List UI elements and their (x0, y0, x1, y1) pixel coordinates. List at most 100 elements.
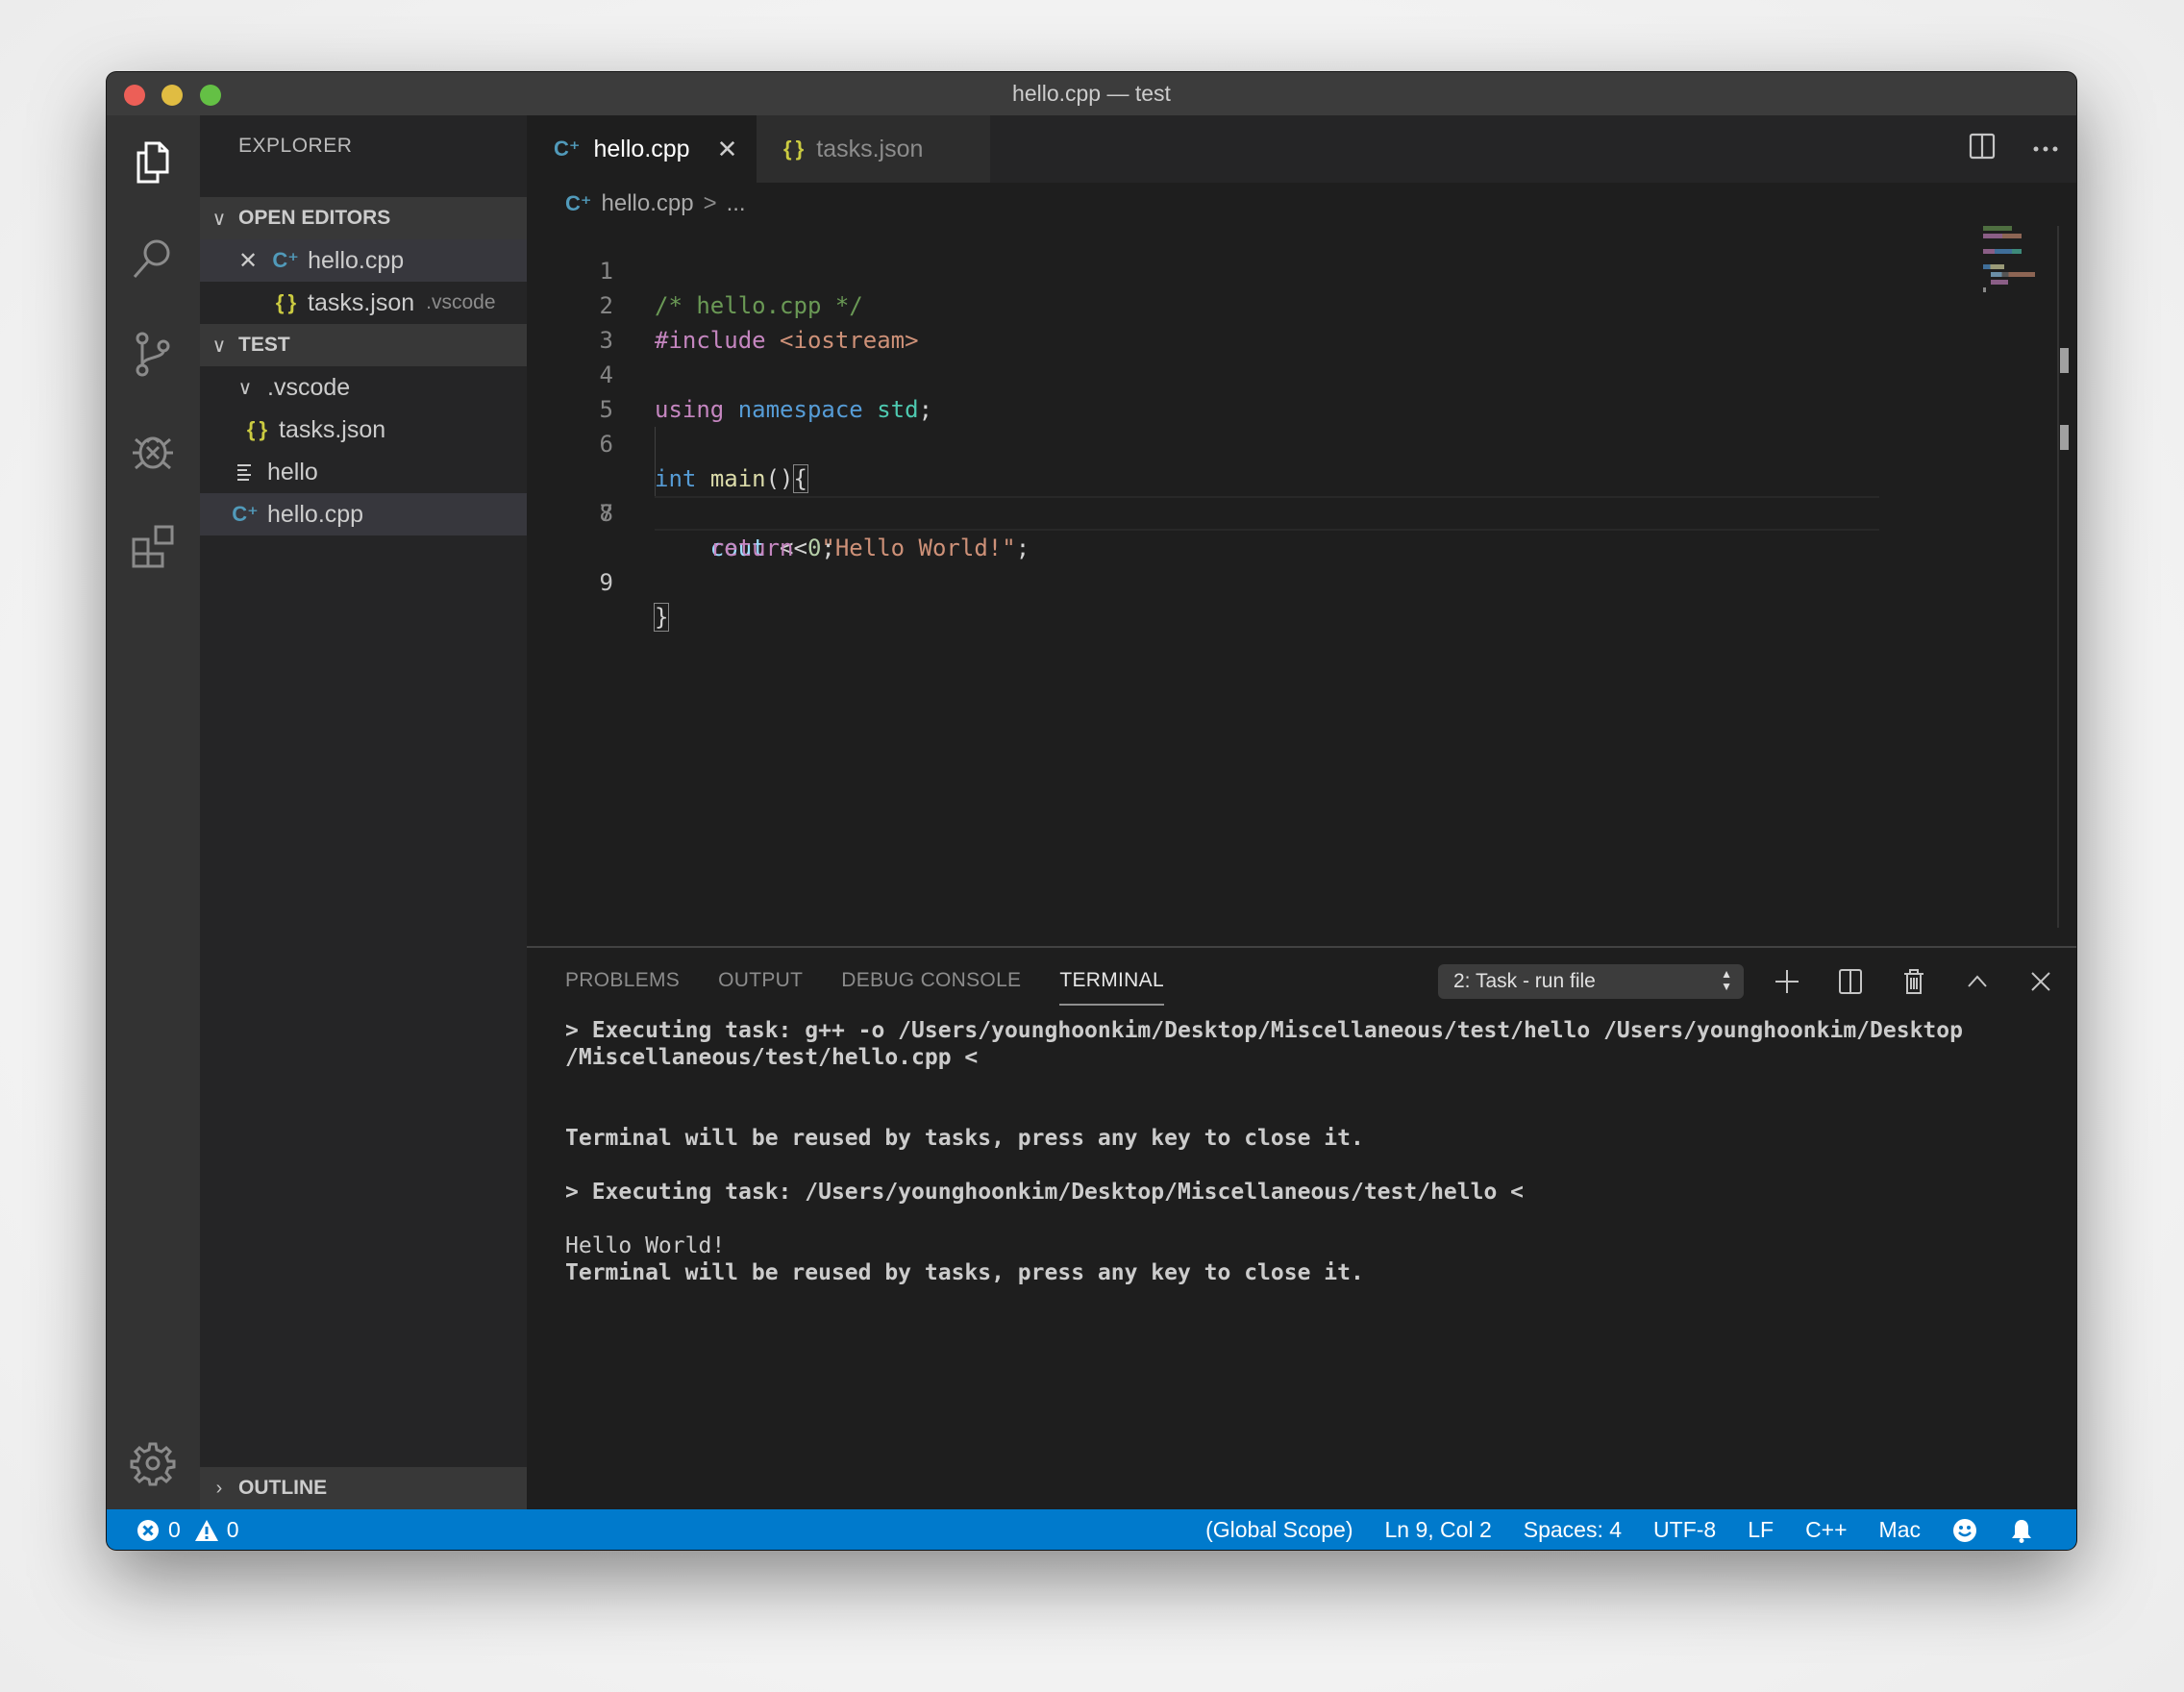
warning-count: 0 (226, 1517, 239, 1542)
tree-item-label: .vscode (267, 373, 351, 401)
terminal-line: > Executing task: /Users/younghoonkim/De… (565, 1180, 1524, 1205)
tab-hello-cpp[interactable]: C⁺ hello.cpp ✕ (527, 115, 757, 183)
open-editor-item-hello-cpp[interactable]: ✕ C⁺ hello.cpp (200, 239, 527, 282)
panel-actions (1773, 967, 2055, 1001)
encoding-status[interactable]: UTF-8 (1653, 1517, 1716, 1543)
scope-status[interactable]: (Global Scope) (1205, 1517, 1353, 1543)
extensions-icon[interactable] (128, 521, 178, 571)
minimap-line (1991, 280, 2008, 285)
code-line: 3 (527, 288, 2076, 354)
status-bar: 0 0 (Global Scope) Ln 9, Col 2 Spaces: 4… (107, 1509, 2076, 1550)
chevron-down-icon: ∨ (237, 377, 253, 399)
problems-status[interactable]: 0 0 (136, 1517, 239, 1543)
terminal-line: Terminal will be reused by tasks, press … (565, 1126, 1364, 1151)
breadcrumb-file[interactable]: hello.cpp (602, 190, 694, 217)
minimap[interactable] (1983, 226, 2035, 295)
code-line: 6 int main(){ (527, 392, 2076, 493)
window-title: hello.cpp — test (1012, 81, 1171, 106)
number-token: 0 (807, 535, 822, 561)
terminal-output[interactable]: > Executing task: g++ -o /Users/younghoo… (565, 1017, 2057, 1286)
tree-item-tasks-json[interactable]: { } tasks.json (200, 409, 527, 451)
current-line-highlight (655, 496, 1879, 531)
maximize-panel-icon[interactable] (1963, 967, 1992, 1001)
cursor-marker (2060, 425, 2069, 450)
activity-bar (107, 115, 200, 1509)
close-panel-icon[interactable] (2026, 967, 2055, 1001)
error-icon (136, 1518, 161, 1543)
open-editor-label: hello.cpp (308, 246, 405, 274)
trash-icon[interactable] (1899, 967, 1928, 1001)
tab-tasks-json[interactable]: { } tasks.json (757, 115, 990, 183)
chevron-down-icon: ∨ (211, 335, 227, 357)
warning-icon (194, 1518, 219, 1543)
indentation-status[interactable]: Spaces: 4 (1524, 1517, 1622, 1543)
select-arrows-icon: ▲ ▼ (1721, 967, 1732, 993)
vscode-window: hello.cpp — test EXPLORER ∨ OPEN EDITORS… (107, 72, 2076, 1550)
outline-label: OUTLINE (238, 1477, 328, 1499)
workspace-header[interactable]: ∨ TEST (200, 324, 527, 366)
language-status[interactable]: C++ (1805, 1517, 1847, 1543)
code-line: 5 (527, 358, 2076, 423)
outline-header[interactable]: › OUTLINE (200, 1467, 527, 1509)
platform-status[interactable]: Mac (1879, 1517, 1921, 1543)
open-editor-label: tasks.json (308, 288, 415, 316)
tree-item-label: hello.cpp (267, 500, 364, 528)
punctuation: ; (821, 535, 835, 561)
split-terminal-icon[interactable] (1836, 967, 1865, 1001)
panel-tab-terminal[interactable]: TERMINAL (1059, 969, 1164, 1006)
close-tab-icon[interactable]: ✕ (717, 135, 738, 164)
code-line: 2 #include <iostream> (527, 254, 2076, 354)
editor-actions (1969, 133, 2059, 164)
debug-icon[interactable] (128, 425, 178, 475)
editor-scrollbar[interactable] (2057, 226, 2059, 928)
json-icon: { } (275, 290, 296, 314)
code-editor[interactable]: 1 /* hello.cpp */ 2 #include <iostream> … (527, 219, 2076, 632)
breadcrumb: C⁺ hello.cpp > ... (565, 190, 746, 217)
files-icon[interactable] (128, 137, 178, 187)
bracket-match: } (653, 603, 670, 632)
more-actions-icon[interactable] (2032, 140, 2059, 158)
gear-icon[interactable] (128, 1438, 178, 1488)
panel-tab-debug-console[interactable]: DEBUG CONSOLE (841, 969, 1021, 1006)
notifications-bell-icon[interactable] (2009, 1518, 2034, 1543)
tree-item-hello-cpp[interactable]: C⁺ hello.cpp (200, 493, 527, 535)
chevron-right-icon: › (215, 1477, 223, 1499)
search-icon[interactable] (128, 233, 178, 283)
breadcrumb-more[interactable]: ... (727, 190, 746, 217)
status-right: (Global Scope) Ln 9, Col 2 Spaces: 4 UTF… (1205, 1517, 2034, 1543)
tree-item-vscode-folder[interactable]: ∨ .vscode (200, 366, 527, 409)
panel-tab-output[interactable]: OUTPUT (718, 969, 803, 1006)
cpp-icon: C⁺ (232, 502, 259, 526)
code-line: 4 using namespace std; (527, 323, 2076, 423)
feedback-smiley-icon[interactable] (1952, 1518, 1977, 1543)
split-editor-icon[interactable] (1969, 133, 1996, 164)
scrollbar-marker (2060, 348, 2069, 373)
eol-status[interactable]: LF (1748, 1517, 1774, 1543)
tree-item-hello[interactable]: hello (200, 451, 527, 493)
terminal-line: Hello World! (565, 1233, 726, 1258)
error-count: 0 (168, 1517, 181, 1542)
line-number: 9 (599, 569, 613, 596)
chevron-right-icon: > (703, 190, 717, 216)
tab-bar: C⁺ hello.cpp ✕ { } tasks.json (527, 115, 2076, 183)
close-editor-icon[interactable]: ✕ (238, 247, 258, 275)
sidebar-title: EXPLORER (238, 135, 353, 157)
source-control-icon[interactable] (128, 329, 178, 379)
open-editor-item-tasks-json[interactable]: { } tasks.json .vscode (200, 282, 527, 324)
terminal-selector[interactable]: 2: Task - run file ▲ ▼ (1438, 964, 1744, 999)
cpp-icon: C⁺ (565, 191, 592, 215)
current-code-line: 9 } (527, 496, 2076, 632)
minimap-line (1983, 287, 1986, 292)
terminal-selector-value: 2: Task - run file (1453, 970, 1596, 992)
editor-area: C⁺ hello.cpp ✕ { } tasks.json C⁺ hello.c… (527, 115, 2076, 1509)
minimap-line (1983, 264, 2004, 269)
open-editors-header[interactable]: ∨ OPEN EDITORS (200, 197, 527, 239)
cursor-position-status[interactable]: Ln 9, Col 2 (1385, 1517, 1492, 1543)
new-terminal-icon[interactable] (1773, 967, 1801, 1001)
panel-tab-problems[interactable]: PROBLEMS (565, 969, 680, 1006)
